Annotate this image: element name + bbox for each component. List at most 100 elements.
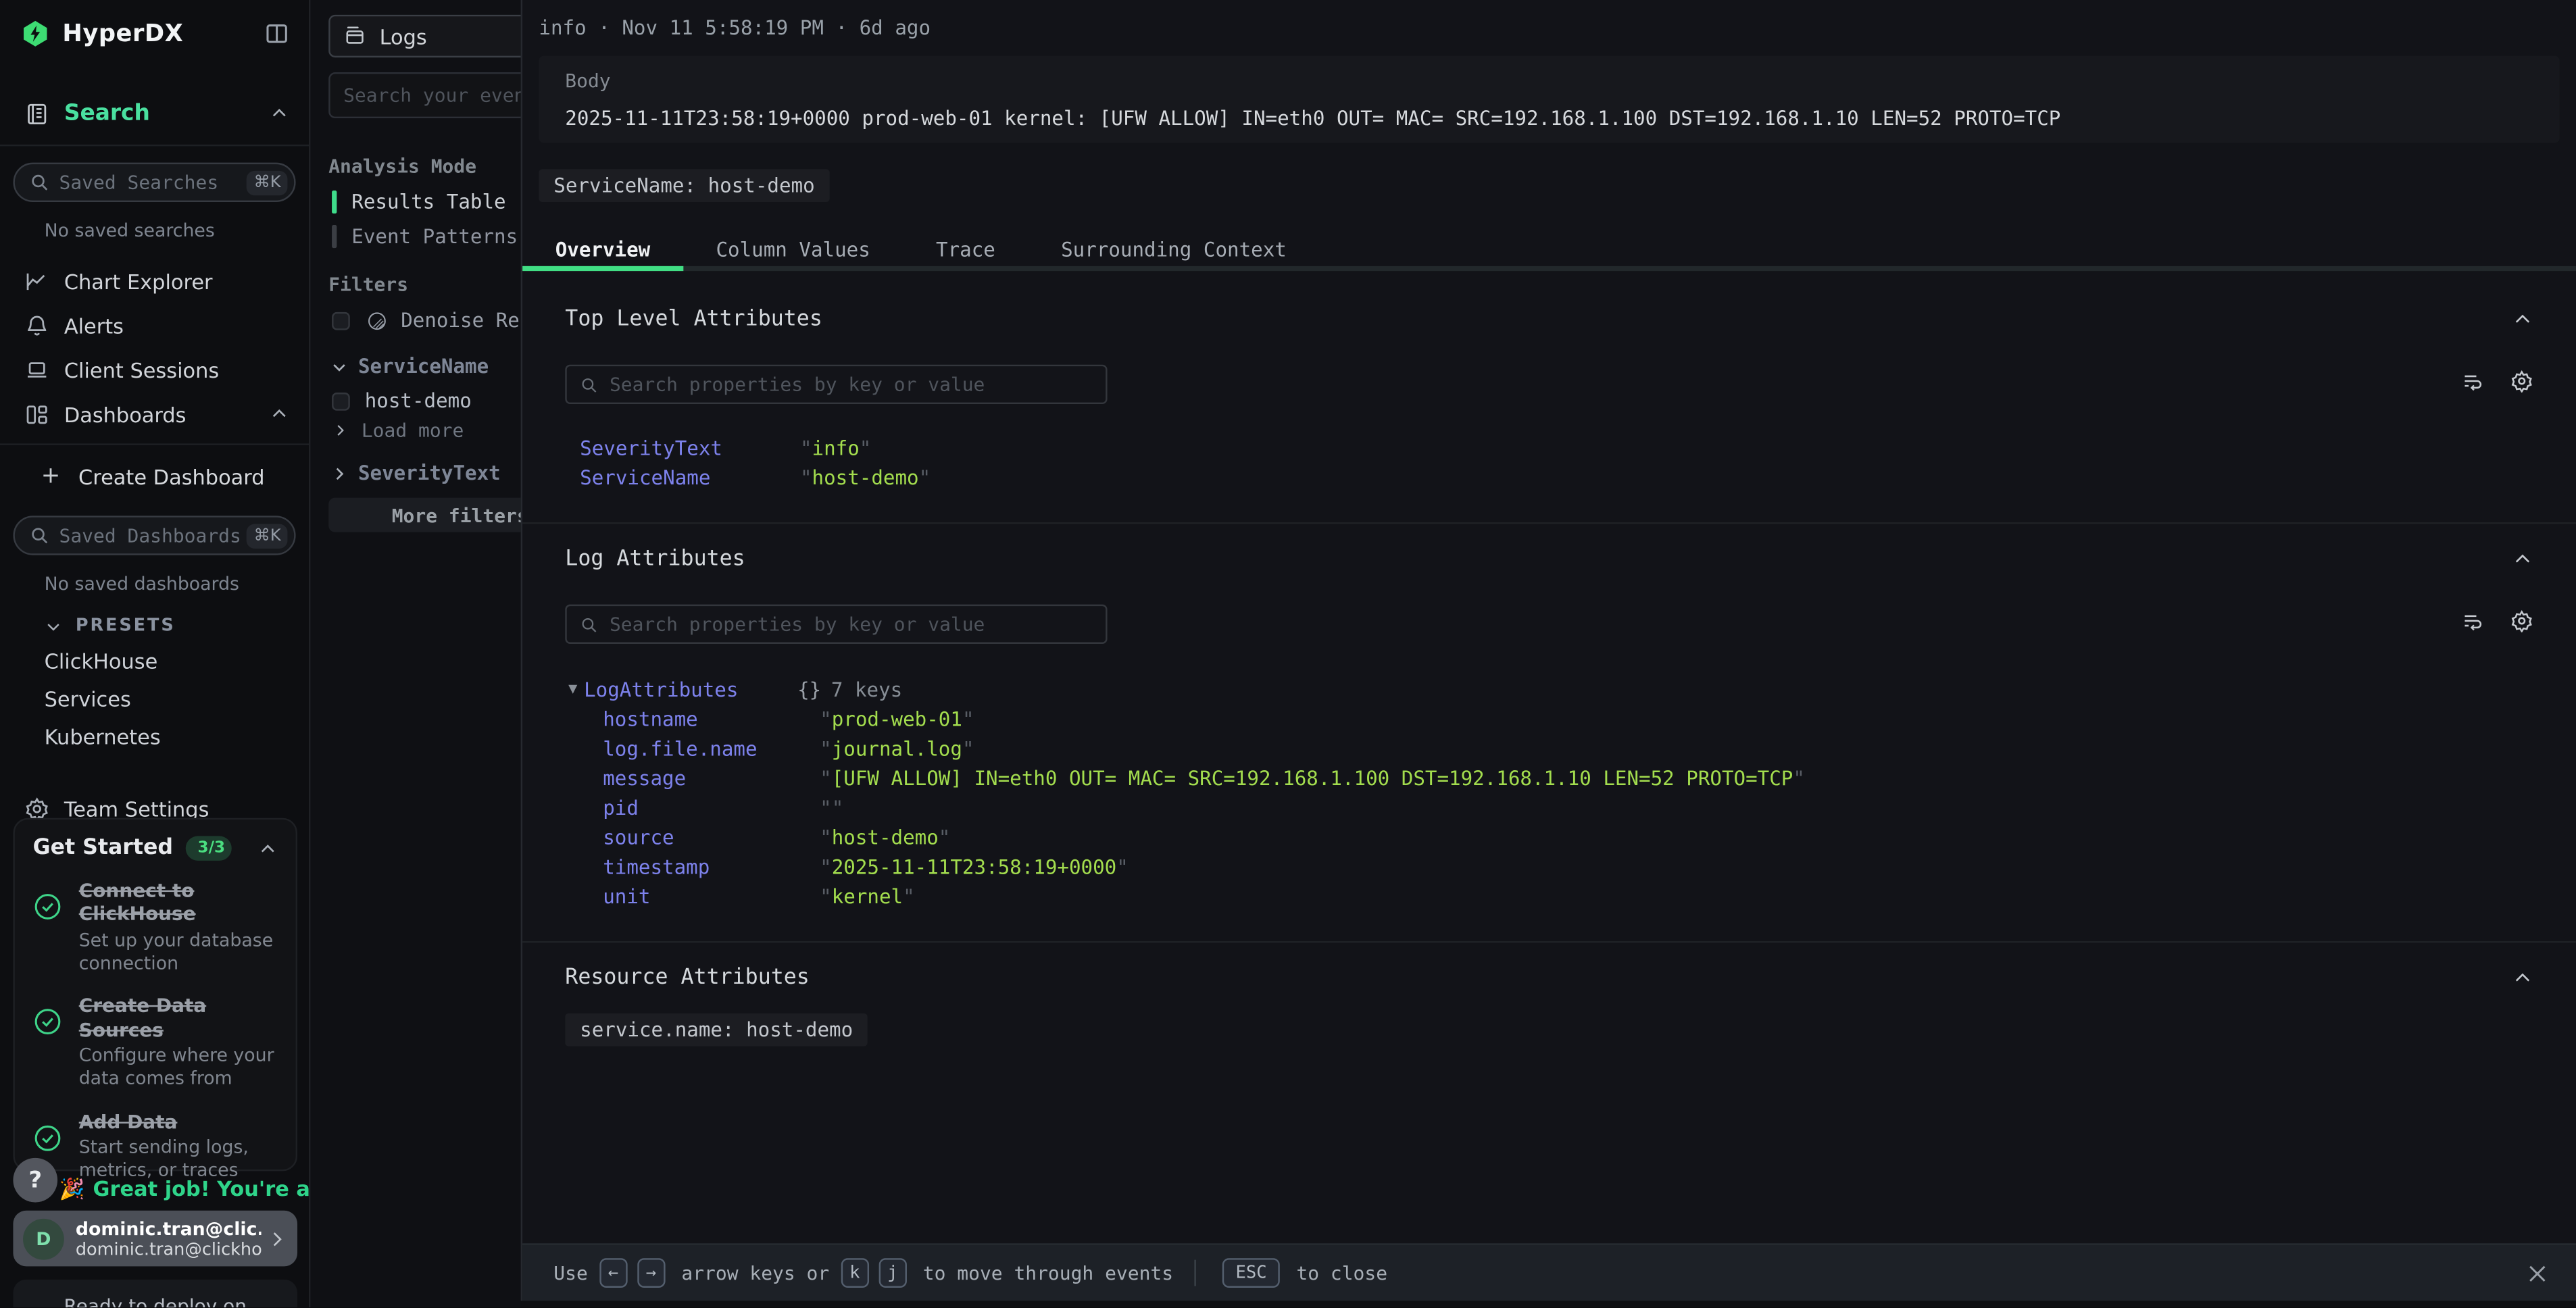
sidebar-item-client-sessions[interactable]: Client Sessions	[0, 353, 309, 386]
analysis-mode-label: Analysis Mode	[328, 155, 476, 178]
get-started-item-desc: Set up your database connection	[79, 929, 278, 976]
avatar: D	[23, 1218, 64, 1259]
log-attributes-search-input[interactable]	[610, 613, 1093, 636]
attribute-value[interactable]: journal.log	[820, 738, 974, 761]
sidebar-item-dashboards[interactable]: Dashboards	[0, 397, 309, 430]
attribute-value[interactable]: prod-web-01	[820, 708, 974, 731]
attribute-row[interactable]: SeverityText info	[580, 434, 2576, 463]
preset-kubernetes[interactable]: Kubernetes	[45, 724, 309, 749]
chevron-up-icon[interactable]	[2512, 967, 2533, 989]
source-selector-button[interactable]: Logs	[328, 15, 520, 57]
party-emoji: 🎉	[59, 1176, 85, 1201]
chevron-up-icon[interactable]	[2512, 309, 2533, 330]
service-name-tag[interactable]: ServiceName: host-demo	[539, 169, 829, 202]
drawer-tabs: Overview Column Values Trace Surrounding…	[522, 226, 2576, 271]
get-started-item-add-data[interactable]: Add Data Start sending logs, metrics, or…	[33, 1110, 278, 1184]
tree-root-row[interactable]: ▼ LogAttributes {} 7 keys	[568, 674, 2576, 705]
attribute-value[interactable]	[820, 797, 843, 820]
body-label: Body	[565, 69, 2533, 92]
tab-column-values[interactable]: Column Values	[683, 226, 903, 271]
denoise-filter-row[interactable]: Denoise Results	[332, 309, 521, 332]
top-level-toolbar	[565, 365, 2533, 404]
attribute-value[interactable]: host-demo	[800, 466, 931, 489]
user-menu[interactable]: D dominic.tran@clic... dominic.tran@clic…	[13, 1211, 297, 1267]
check-circle-icon	[33, 892, 63, 976]
deploy-banner[interactable]: Ready to deploy on	[13, 1280, 297, 1308]
attribute-row[interactable]: pid	[568, 793, 2576, 823]
top-level-search-input[interactable]	[610, 373, 1093, 396]
attribute-key[interactable]: log.file.name	[603, 738, 820, 761]
event-body-box[interactable]: Body 2025-11-11T23:58:19+0000 prod-web-0…	[539, 56, 2559, 143]
wrap-lines-icon[interactable]	[2461, 609, 2484, 632]
cmd-k-shortcut: ⌘K	[247, 523, 288, 547]
laptop-icon	[23, 357, 49, 382]
top-level-attributes-table: SeverityText info ServiceName host-demo	[580, 434, 2576, 493]
filter-group-severitytext[interactable]: SeverityText	[330, 461, 501, 484]
denoise-checkbox[interactable]	[332, 311, 350, 330]
wrap-lines-icon[interactable]	[2461, 370, 2484, 393]
get-started-header[interactable]: Get Started 3/3	[33, 836, 278, 860]
chevron-right-icon	[266, 1228, 288, 1249]
attribute-key[interactable]: message	[603, 767, 820, 790]
chevron-up-icon[interactable]	[270, 404, 289, 424]
tab-trace[interactable]: Trace	[903, 226, 1028, 271]
gear-icon[interactable]	[2510, 370, 2533, 393]
more-filters-button[interactable]: More filters	[328, 498, 520, 532]
attribute-row[interactable]: ServiceName host-demo	[580, 463, 2576, 493]
close-icon[interactable]	[2525, 1261, 2550, 1285]
gear-icon	[23, 796, 49, 820]
gear-icon[interactable]	[2510, 609, 2533, 632]
chevron-up-icon[interactable]	[270, 103, 289, 123]
attribute-row[interactable]: source host-demo	[568, 823, 2576, 853]
filter-value-host-demo[interactable]: host-demo	[332, 389, 472, 412]
get-started-item-connect[interactable]: Connect to ClickHouse Set up your databa…	[33, 879, 278, 976]
top-level-search-wrap	[565, 365, 1107, 404]
caret-down-icon[interactable]: ▼	[568, 681, 577, 697]
attribute-row[interactable]: timestamp 2025-11-11T23:58:19+0000	[568, 853, 2576, 882]
attribute-key[interactable]: unit	[603, 885, 820, 908]
attribute-key[interactable]: source	[603, 826, 820, 849]
sidebar-item-chart-explorer[interactable]: Chart Explorer	[0, 264, 309, 297]
attribute-value[interactable]: kernel	[820, 885, 915, 908]
filter-group-servicename[interactable]: ServiceName	[330, 355, 489, 378]
create-dashboard-button[interactable]: + Create Dashboard	[41, 463, 309, 490]
chevron-up-icon[interactable]	[258, 838, 278, 858]
attribute-row[interactable]: message [UFW ALLOW] IN=eth0 OUT= MAC= SR…	[568, 763, 2576, 793]
attribute-row[interactable]: log.file.name journal.log	[568, 734, 2576, 764]
preset-services[interactable]: Services	[45, 686, 309, 711]
sidebar-item-alerts[interactable]: Alerts	[0, 309, 309, 342]
get-started-item-sources[interactable]: Create Data Sources Configure where your…	[33, 995, 278, 1092]
sidebar-collapse-icon[interactable]	[264, 22, 289, 46]
tree-root-key[interactable]: LogAttributes	[584, 678, 797, 701]
host-demo-checkbox[interactable]	[332, 392, 350, 410]
attribute-row[interactable]: hostname prod-web-01	[568, 705, 2576, 734]
help-button[interactable]: ?	[13, 1158, 57, 1203]
attribute-key[interactable]: pid	[603, 797, 820, 820]
saved-searches-input[interactable]	[59, 171, 247, 194]
chevron-up-icon[interactable]	[2512, 549, 2533, 570]
preset-clickhouse[interactable]: ClickHouse	[45, 649, 309, 673]
sidebar-item-search[interactable]: Search	[0, 97, 309, 130]
resource-service-name-tag[interactable]: service.name: host-demo	[565, 1013, 868, 1047]
attribute-key[interactable]: SeverityText	[580, 437, 800, 460]
filter-group-label: SeverityText	[358, 461, 501, 484]
event-search-input[interactable]	[328, 72, 520, 118]
denoise-label: Denoise Results	[401, 309, 520, 332]
attribute-row[interactable]: unit kernel	[568, 882, 2576, 912]
tab-surrounding-context[interactable]: Surrounding Context	[1028, 226, 1319, 271]
mode-event-patterns[interactable]: Event Patterns	[332, 224, 518, 248]
presets-toggle[interactable]: PRESETS	[45, 616, 309, 636]
attribute-value[interactable]: [UFW ALLOW] IN=eth0 OUT= MAC= SRC=192.16…	[820, 767, 1805, 790]
attribute-key[interactable]: hostname	[603, 708, 820, 731]
load-more-row[interactable]: Load more	[332, 419, 464, 442]
presets-label: PRESETS	[76, 616, 176, 636]
attribute-value[interactable]: info	[800, 437, 871, 460]
attribute-key[interactable]: timestamp	[603, 856, 820, 879]
mode-results-table[interactable]: Results Table	[332, 189, 506, 213]
attribute-value[interactable]: host-demo	[820, 826, 950, 849]
search-icon	[30, 172, 49, 192]
saved-dashboards-input[interactable]	[59, 524, 247, 547]
attribute-value[interactable]: 2025-11-11T23:58:19+0000	[820, 856, 1129, 879]
tab-overview[interactable]: Overview	[522, 226, 683, 271]
attribute-key[interactable]: ServiceName	[580, 466, 800, 489]
